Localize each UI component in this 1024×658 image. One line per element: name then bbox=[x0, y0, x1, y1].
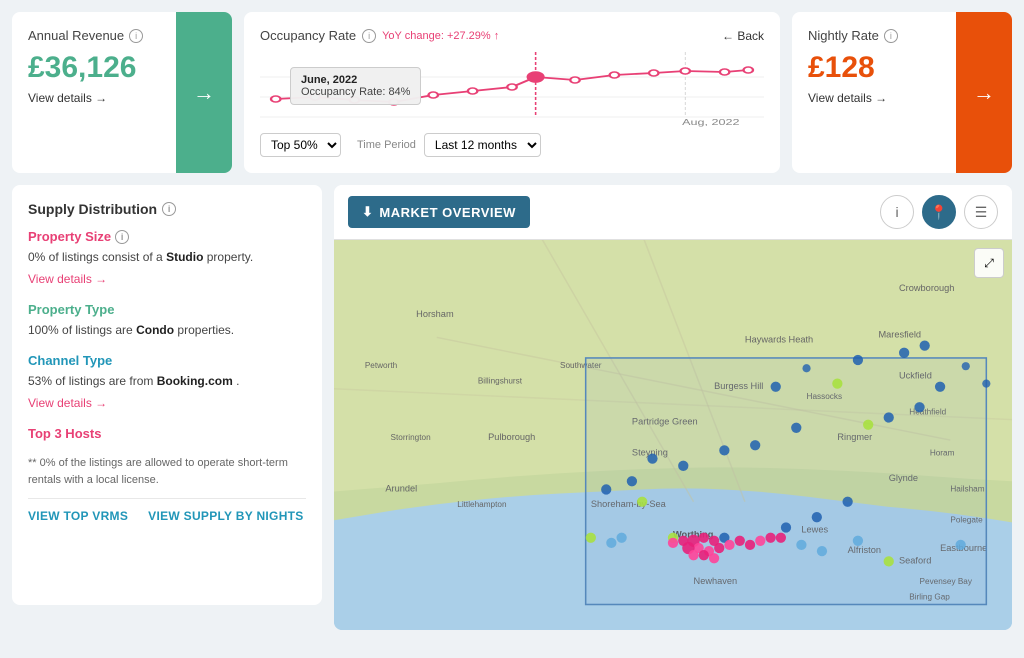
channel-type-view-link[interactable]: View details → bbox=[28, 396, 107, 410]
arrow-right-icon: → bbox=[193, 80, 215, 106]
map-info-button[interactable]: i bbox=[880, 195, 914, 229]
percentile-select[interactable]: Top 50% Top 25% Top 75% bbox=[260, 133, 341, 157]
arrow-right-icon-nightly: → bbox=[973, 80, 995, 106]
time-period-label: Time Period bbox=[357, 139, 416, 151]
svg-text:Storrington: Storrington bbox=[391, 433, 432, 442]
back-button[interactable]: ← Back bbox=[722, 29, 764, 43]
view-supply-by-nights-link[interactable]: VIEW SUPPLY BY NIGHTS bbox=[148, 509, 303, 523]
map-pin-button[interactable]: 📍 bbox=[922, 195, 956, 229]
occupancy-info-icon[interactable]: i bbox=[362, 29, 376, 43]
time-period-filter: Time Period Last 12 months Last 6 months… bbox=[357, 133, 541, 157]
svg-text:Arundel: Arundel bbox=[385, 484, 417, 494]
nightly-rate-card: Nightly Rate i £128 View details → → bbox=[792, 12, 1012, 173]
property-type-text: 100% of listings are Condo properties. bbox=[28, 321, 306, 339]
annual-revenue-view-details[interactable]: View details → bbox=[28, 91, 107, 105]
divider bbox=[28, 498, 306, 499]
supply-distribution-panel: Supply Distribution i Property Size i 0%… bbox=[12, 185, 322, 605]
channel-type-text: 53% of listings are from Booking.com . bbox=[28, 372, 306, 390]
occupancy-label: Occupancy Rate bbox=[260, 28, 356, 43]
property-type-title: Property Type bbox=[28, 302, 306, 317]
property-size-view-link[interactable]: View details → bbox=[28, 272, 107, 286]
license-text: ** 0% of the listings are allowed to ope… bbox=[28, 455, 306, 488]
bottom-links: VIEW TOP VRMS VIEW SUPPLY BY NIGHTS bbox=[28, 509, 306, 523]
property-type-section: Property Type 100% of listings are Condo… bbox=[28, 302, 306, 339]
map-header: ⬇ MARKET OVERVIEW i 📍 ☰ bbox=[334, 185, 1012, 240]
view-top-vrms-link[interactable]: VIEW TOP VRMS bbox=[28, 509, 128, 523]
svg-text:Haywards Heath: Haywards Heath bbox=[745, 335, 813, 345]
property-size-section: Property Size i 0% of listings consist o… bbox=[28, 229, 306, 288]
occupancy-rate-card: Occupancy Rate i YoY change: +27.29% ↑ ←… bbox=[244, 12, 780, 173]
channel-type-section: Channel Type 53% of listings are from Bo… bbox=[28, 353, 306, 412]
map-list-button[interactable]: ☰ bbox=[964, 195, 998, 229]
svg-text:Pulborough: Pulborough bbox=[488, 432, 535, 442]
svg-text:Crowborough: Crowborough bbox=[899, 283, 954, 293]
annual-revenue-arrow-button[interactable]: → bbox=[176, 12, 232, 173]
supply-title: Supply Distribution i bbox=[28, 201, 306, 217]
time-period-select[interactable]: Last 12 months Last 6 months Last 3 mont… bbox=[424, 133, 541, 157]
top-hosts-section: Top 3 Hosts bbox=[28, 426, 306, 441]
annual-revenue-card: Annual Revenue i £36,126 View details → … bbox=[12, 12, 232, 173]
map-panel: ⬇ MARKET OVERVIEW i 📍 ☰ bbox=[334, 185, 1012, 630]
svg-text:Maresfield: Maresfield bbox=[878, 329, 921, 339]
map-controls: i 📍 ☰ bbox=[880, 195, 998, 229]
annual-revenue-info-icon[interactable]: i bbox=[129, 29, 143, 43]
download-icon: ⬇ bbox=[362, 204, 373, 220]
occupancy-yoy: YoY change: +27.29% ↑ bbox=[382, 30, 499, 42]
property-size-text: 0% of listings consist of a Studio prope… bbox=[28, 248, 306, 266]
svg-text:Petworth: Petworth bbox=[365, 361, 398, 370]
occupancy-chart-svg: Aug, 2022 bbox=[260, 47, 764, 127]
nightly-rate-info-icon[interactable]: i bbox=[884, 29, 898, 43]
svg-text:Aug, 2022: Aug, 2022 bbox=[682, 118, 740, 127]
map-area: Horsham Crowborough Petworth Billingshur… bbox=[334, 240, 1012, 630]
map-svg: Horsham Crowborough Petworth Billingshur… bbox=[334, 240, 1012, 630]
property-size-info-icon[interactable]: i bbox=[115, 230, 129, 244]
occupancy-chart: Aug, 2022 June, 2022 Occupancy Rate: 84% bbox=[260, 47, 764, 127]
fullscreen-button[interactable]: ⤢ bbox=[974, 248, 1004, 278]
channel-type-title: Channel Type bbox=[28, 353, 306, 368]
market-overview-button[interactable]: ⬇ MARKET OVERVIEW bbox=[348, 196, 530, 228]
svg-text:Horsham: Horsham bbox=[416, 309, 454, 319]
svg-text:Littlehampton: Littlehampton bbox=[457, 500, 507, 509]
percentile-filter: Top 50% Top 25% Top 75% bbox=[260, 133, 341, 157]
property-size-title: Property Size i bbox=[28, 229, 306, 244]
top-hosts-title: Top 3 Hosts bbox=[28, 426, 306, 441]
svg-text:Billingshurst: Billingshurst bbox=[478, 377, 523, 386]
supply-info-icon[interactable]: i bbox=[162, 202, 176, 216]
nightly-rate-arrow-button[interactable]: → bbox=[956, 12, 1012, 173]
nightly-rate-view-details[interactable]: View details → bbox=[808, 91, 887, 105]
